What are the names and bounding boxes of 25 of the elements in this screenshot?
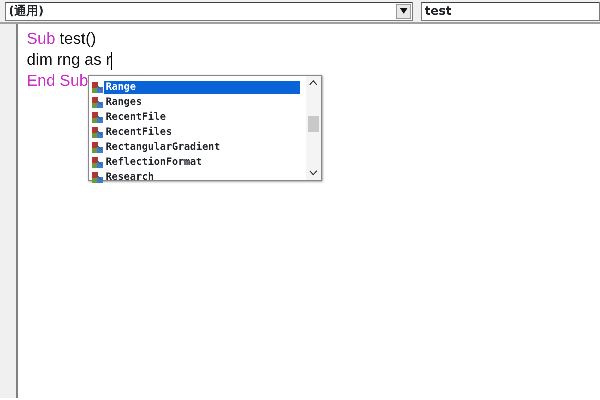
procedure-dropdown[interactable]: test [421,2,600,21]
dropdown-value: (通用) [9,3,44,20]
object-dropdown[interactable]: (通用) [5,2,413,21]
scroll-down-icon[interactable] [309,170,318,176]
class-icon [91,81,104,94]
suggestion-item[interactable]: Research [104,171,156,184]
code-text: dim rng as r [27,52,112,69]
class-icon [91,126,104,139]
class-icon [91,111,104,124]
scrollbar[interactable] [306,76,321,180]
scroll-up-icon[interactable] [309,80,318,86]
class-icon [91,156,104,169]
keyword-text: End Sub [27,73,88,90]
code-text: test() [60,31,96,48]
suggestion-item[interactable]: RecentFile [104,111,168,124]
suggestion-item[interactable]: Ranges [104,96,144,109]
suggestion-item[interactable]: RecentFiles [104,126,174,139]
scroll-thumb[interactable] [308,116,319,132]
suggestion-item[interactable]: RectangularGradient [104,141,222,154]
keyword-text: Sub [27,31,56,48]
suggestion-item[interactable]: Range [104,81,300,94]
class-icon [91,141,104,154]
suggestion-item[interactable]: ReflectionFormat [104,156,204,169]
class-icon [91,96,104,109]
class-icon [91,171,104,184]
